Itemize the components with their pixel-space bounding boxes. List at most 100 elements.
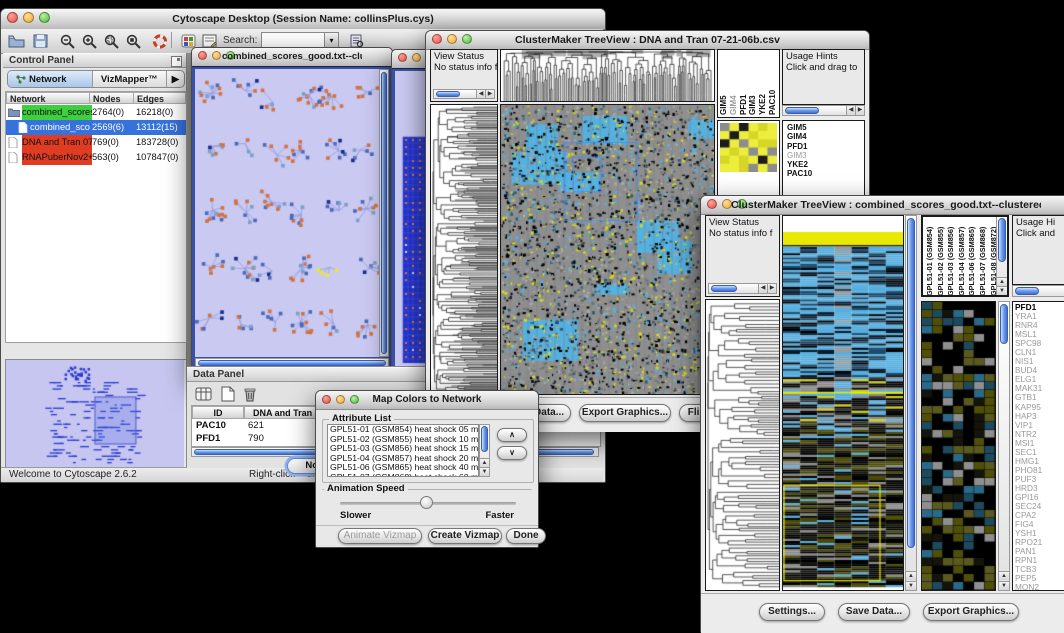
col-network[interactable]: Network bbox=[6, 92, 90, 104]
tv1-hints-hscrollbar[interactable]: ◀ ▶ bbox=[782, 105, 865, 116]
tv2-heatmap-canvas[interactable] bbox=[783, 216, 903, 590]
network-row-dna-tran[interactable]: DNA and Tran 07 769(0) 183728(0) bbox=[6, 135, 186, 150]
minimize-icon[interactable] bbox=[412, 53, 421, 62]
tv1-row-dendrogram[interactable] bbox=[430, 104, 498, 395]
tab-vizmapper[interactable]: VizMapper™ bbox=[93, 71, 167, 87]
zoom-in-icon[interactable] bbox=[79, 31, 101, 51]
animate-vizmap-button[interactable]: Animate Vizmap bbox=[338, 528, 422, 544]
delete-attribute-icon[interactable] bbox=[239, 384, 261, 404]
scroll-thumb[interactable] bbox=[436, 91, 460, 97]
row-label[interactable]: GIM5 bbox=[787, 123, 860, 132]
scroll-left-icon[interactable]: ◀ bbox=[846, 106, 855, 115]
tv2-genes-vscrollbar[interactable]: ▲ ▼ bbox=[998, 301, 1010, 591]
cell-value[interactable]: 790 bbox=[244, 432, 264, 445]
network-row-combined-scores[interactable]: combined_scores 2764(0) 16218(0) bbox=[6, 105, 186, 120]
birdseye-view[interactable] bbox=[5, 359, 187, 475]
zoom-out-icon[interactable] bbox=[57, 31, 79, 51]
col-nodes[interactable]: Nodes bbox=[90, 92, 134, 104]
tv1-heatmap[interactable] bbox=[500, 104, 715, 395]
scroll-up-icon[interactable]: ▲ bbox=[999, 571, 1009, 580]
scroll-right-icon[interactable]: ▶ bbox=[767, 284, 776, 293]
scroll-up-icon[interactable]: ▲ bbox=[480, 458, 489, 467]
close-icon[interactable] bbox=[7, 12, 18, 23]
network-row-rnapuber[interactable]: RNAPuberNov2+ 563(0) 107847(0) bbox=[6, 150, 186, 165]
move-attribute-up-button[interactable]: ∧ bbox=[497, 428, 527, 442]
scroll-up-icon[interactable]: ▲ bbox=[997, 277, 1007, 286]
attribute-table-icon[interactable] bbox=[193, 384, 215, 404]
tv2-status-hscrollbar[interactable]: ◀ ▶ bbox=[708, 283, 777, 294]
scroll-thumb[interactable] bbox=[381, 72, 387, 354]
scroll-thumb[interactable] bbox=[1000, 304, 1008, 344]
row-label[interactable]: PFD1 bbox=[787, 142, 860, 151]
scroll-thumb[interactable] bbox=[907, 218, 915, 548]
network-canvas-a[interactable] bbox=[195, 69, 379, 357]
scroll-down-icon[interactable]: ▼ bbox=[999, 581, 1009, 590]
cell-value[interactable]: 621 bbox=[244, 419, 264, 432]
row-label[interactable]: PAC10 bbox=[787, 169, 860, 178]
tv2-heatmap[interactable] bbox=[782, 215, 904, 591]
close-icon[interactable] bbox=[322, 395, 331, 404]
col-edges[interactable]: Edges bbox=[134, 92, 186, 104]
tv2-row-dendrogram[interactable] bbox=[705, 299, 780, 591]
col-id[interactable]: ID bbox=[192, 406, 244, 419]
close-icon[interactable] bbox=[707, 199, 717, 209]
attribute-item[interactable]: GPL51-07 (GSM868) heat shock 60 min bbox=[328, 473, 478, 477]
close-icon[interactable] bbox=[198, 51, 207, 60]
save-session-icon[interactable] bbox=[29, 31, 51, 51]
float-panel-icon[interactable] bbox=[171, 56, 182, 67]
tv2-heatmap-vscrollbar[interactable]: ▲ ▼ bbox=[905, 215, 917, 591]
create-vizmap-button[interactable]: Create Vizmap bbox=[428, 528, 502, 544]
tv2-export-graphics-button[interactable]: Export Graphics... bbox=[923, 603, 1019, 621]
tv1-status-hscrollbar[interactable]: ◀ ▶ bbox=[433, 89, 495, 99]
birdseye-canvas[interactable] bbox=[6, 360, 184, 472]
window-a-title-bar[interactable]: combined_scores_good.txt--cluste... bbox=[192, 48, 392, 67]
scroll-thumb[interactable] bbox=[785, 107, 819, 114]
tv2-save-data-button[interactable]: Save Data... bbox=[838, 603, 910, 621]
tab-network[interactable]: Network bbox=[8, 71, 93, 87]
tv1-left-dendrogram-canvas[interactable] bbox=[431, 105, 497, 394]
window-a-vscrollbar[interactable] bbox=[379, 69, 389, 357]
row-label[interactable]: GIM3 bbox=[787, 151, 860, 160]
treeview2-title-bar[interactable]: ClusterMaker TreeView : combined_scores_… bbox=[701, 196, 1064, 215]
tv2-labels-vscrollbar[interactable]: ▲ ▼ bbox=[996, 217, 1007, 295]
gene-label[interactable]: MON2 bbox=[1015, 583, 1064, 591]
scroll-right-icon[interactable]: ▶ bbox=[855, 106, 864, 115]
tv1-column-dendrogram[interactable] bbox=[500, 49, 715, 102]
speed-slider-thumb[interactable] bbox=[420, 496, 433, 509]
scroll-thumb[interactable] bbox=[1015, 287, 1039, 295]
tv1-heatmap-canvas[interactable] bbox=[501, 105, 714, 394]
minimize-icon[interactable] bbox=[212, 51, 221, 60]
scroll-right-icon[interactable]: ▶ bbox=[485, 90, 494, 98]
tv2-hints-hscrollbar[interactable] bbox=[1012, 285, 1064, 297]
treeview1-title-bar[interactable]: ClusterMaker TreeView : DNA and Tran 07-… bbox=[426, 31, 869, 50]
close-icon[interactable] bbox=[432, 34, 442, 44]
scroll-down-icon[interactable]: ▼ bbox=[997, 286, 1007, 295]
tab-more-button[interactable]: ▶ bbox=[167, 71, 184, 87]
tv1-similarity-matrix-canvas[interactable] bbox=[720, 123, 777, 172]
cell-id[interactable]: PAC10 bbox=[192, 419, 248, 432]
scroll-thumb[interactable] bbox=[481, 426, 488, 452]
tv2-zoom-heatmap-canvas[interactable] bbox=[922, 302, 995, 590]
scroll-down-icon[interactable]: ▼ bbox=[480, 467, 489, 476]
minimize-icon[interactable] bbox=[336, 395, 345, 404]
tv1-export-graphics-button[interactable]: Export Graphics... bbox=[579, 404, 671, 422]
zoom-selected-region-icon[interactable] bbox=[101, 31, 123, 51]
tv2-zoom-heatmap[interactable] bbox=[921, 301, 996, 591]
scroll-left-icon[interactable]: ◀ bbox=[758, 284, 767, 293]
row-label[interactable]: YKE2 bbox=[787, 160, 860, 169]
main-title-bar[interactable]: Cytoscape Desktop (Session Name: collins… bbox=[1, 9, 605, 30]
help-ring-icon[interactable] bbox=[149, 31, 171, 51]
cell-id[interactable]: PFD1 bbox=[192, 432, 248, 445]
scroll-left-icon[interactable]: ◀ bbox=[476, 90, 485, 98]
open-session-icon[interactable] bbox=[5, 31, 27, 51]
tv2-settings-button[interactable]: Settings... bbox=[759, 603, 825, 621]
scroll-thumb[interactable] bbox=[998, 218, 1006, 262]
scroll-up-icon[interactable]: ▲ bbox=[906, 571, 916, 580]
done-button[interactable]: Done bbox=[506, 528, 546, 544]
scroll-down-icon[interactable]: ▼ bbox=[906, 581, 916, 590]
zoom-fit-icon[interactable] bbox=[123, 31, 145, 51]
scroll-thumb[interactable] bbox=[711, 285, 737, 292]
close-icon[interactable] bbox=[398, 53, 407, 62]
row-label[interactable]: GIM4 bbox=[787, 132, 860, 141]
dialog-title-bar[interactable]: Map Colors to Network bbox=[316, 391, 538, 410]
